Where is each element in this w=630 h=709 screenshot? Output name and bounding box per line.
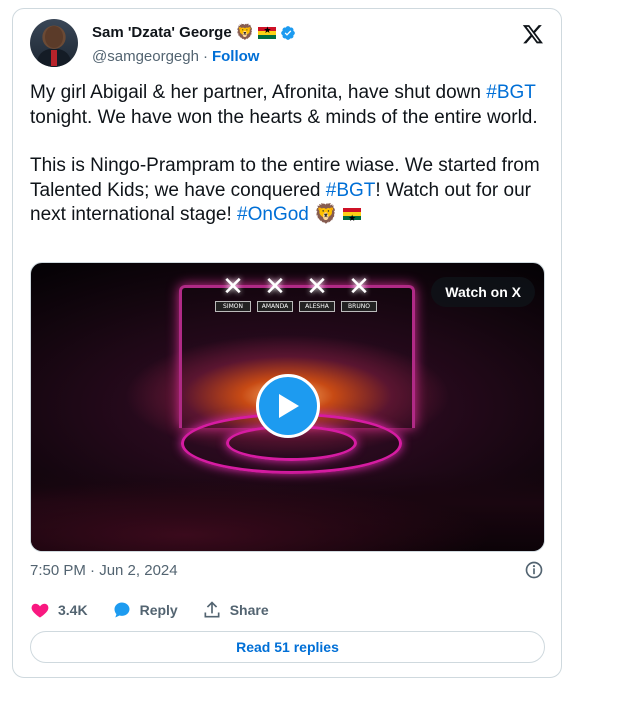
- tweet-timestamp[interactable]: 7:50 PM · Jun 2, 2024: [30, 562, 178, 579]
- action-bar: 3.4K Reply Share: [30, 600, 293, 620]
- ghana-flag-icon: [258, 25, 277, 39]
- speech-bubble-icon: [114, 602, 130, 618]
- author-name-row: Sam 'Dzata' George 🦁: [92, 24, 296, 41]
- judges-panel: ✕ SIMON ✕ AMANDA ✕ ALESHA ✕ BRUNO: [215, 271, 377, 312]
- crowd: [31, 471, 544, 551]
- judge-card: ✕ ALESHA: [299, 271, 335, 312]
- watch-on-x-button[interactable]: Watch on X: [431, 277, 535, 307]
- play-button[interactable]: [256, 374, 320, 438]
- reply-label: Reply: [139, 602, 178, 618]
- lion-emoji-icon: 🦁: [314, 204, 338, 225]
- judge-name: SIMON: [215, 301, 251, 312]
- share-button[interactable]: Share: [202, 600, 269, 620]
- lion-emoji-icon: 🦁: [235, 24, 255, 41]
- separator: ·: [202, 48, 208, 65]
- play-icon: [279, 394, 299, 418]
- tweet-text: My girl Abigail & her partner, Afronita,…: [30, 81, 540, 252]
- reply-button[interactable]: Reply: [112, 600, 178, 620]
- x-buzzer-icon: ✕: [348, 271, 370, 301]
- hashtag-ongod[interactable]: #OnGod: [237, 204, 309, 225]
- hashtag-bgt[interactable]: #BGT: [486, 82, 535, 103]
- display-name[interactable]: Sam 'Dzata' George: [92, 24, 232, 41]
- verified-badge-icon: [281, 25, 296, 40]
- avatar[interactable]: [30, 19, 78, 67]
- tweet-card: Sam 'Dzata' George 🦁 @samgeorgegh·Follow…: [12, 8, 562, 678]
- like-button[interactable]: 3.4K: [30, 600, 88, 620]
- like-count: 3.4K: [58, 602, 88, 618]
- judge-name: BRUNO: [341, 301, 377, 312]
- follow-button[interactable]: Follow: [212, 48, 260, 65]
- ghana-flag-icon: [343, 206, 362, 231]
- x-logo-icon[interactable]: [522, 23, 544, 45]
- handle[interactable]: @samgeorgegh: [92, 48, 199, 65]
- x-buzzer-icon: ✕: [306, 271, 328, 301]
- share-icon: [204, 601, 220, 618]
- info-icon[interactable]: [524, 560, 544, 580]
- judge-card: ✕ AMANDA: [257, 271, 293, 312]
- hashtag-bgt[interactable]: #BGT: [326, 180, 376, 201]
- judge-card: ✕ SIMON: [215, 271, 251, 312]
- judge-name: ALESHA: [299, 301, 335, 312]
- heart-icon: [31, 603, 49, 618]
- tweet-paragraph-1: My girl Abigail & her partner, Afronita,…: [30, 82, 538, 128]
- judge-name: AMANDA: [257, 301, 293, 312]
- handle-row: @samgeorgegh · Follow: [92, 48, 259, 65]
- read-replies-button[interactable]: Read 51 replies: [30, 631, 545, 663]
- tweet-paragraph-2: This is Ningo-Prampram to the entire wia…: [30, 154, 540, 231]
- x-buzzer-icon: ✕: [222, 271, 244, 301]
- video-thumbnail[interactable]: ✕ SIMON ✕ AMANDA ✕ ALESHA ✕ BRUNO Watch on X: [30, 262, 545, 552]
- judge-card: ✕ BRUNO: [341, 271, 377, 312]
- share-label: Share: [229, 602, 269, 618]
- x-buzzer-icon: ✕: [264, 271, 286, 301]
